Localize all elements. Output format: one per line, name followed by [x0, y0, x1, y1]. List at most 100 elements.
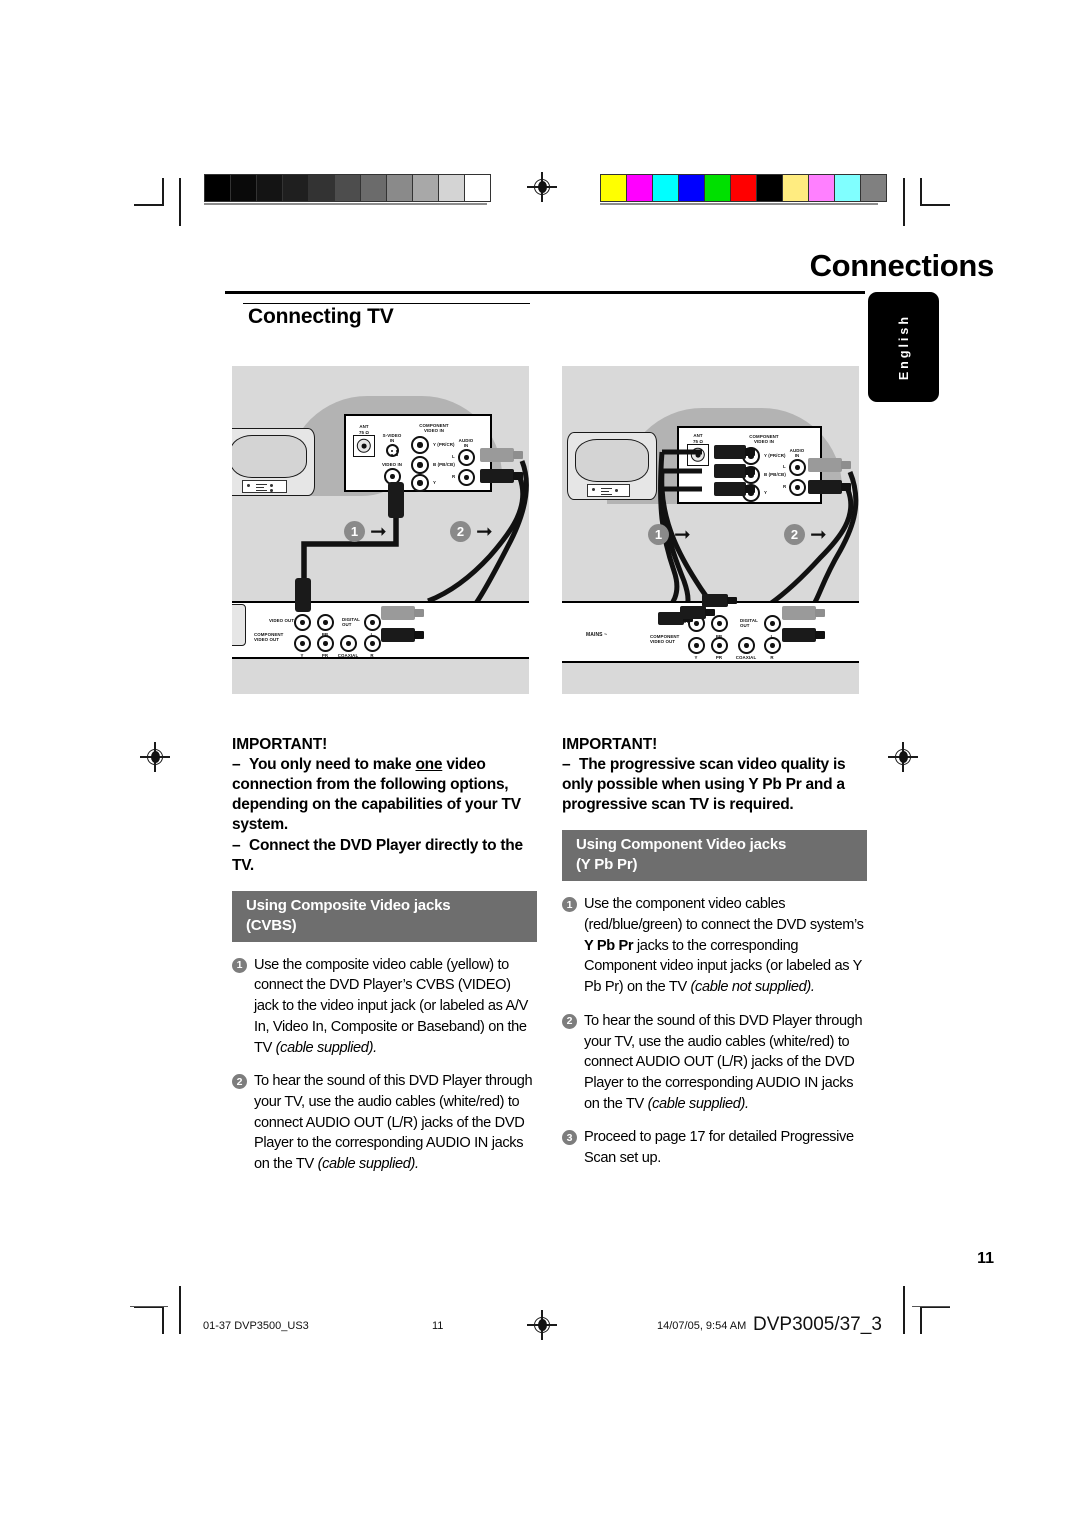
right-text-column: IMPORTANT! – The progressive scan video q…	[562, 736, 867, 1169]
audio-in-r-jack	[458, 469, 475, 486]
figure-step-1: 1 ➞	[648, 524, 691, 545]
audio-in-r-jack	[789, 479, 806, 496]
audio-r-plug-dvd	[381, 628, 424, 642]
grayscale-swatch	[387, 175, 413, 201]
dvd-coaxial-jack	[340, 635, 357, 652]
audio-in-r-label: R	[452, 474, 456, 479]
color-calibration-bar	[600, 174, 887, 202]
dvd-pb-jack	[317, 614, 334, 631]
registration-mark-bottom	[527, 1310, 557, 1340]
right-important-title: IMPORTANT!	[562, 736, 658, 753]
audio-in-l-jack	[458, 449, 475, 466]
audio-l-plug-tv	[480, 448, 523, 462]
right-step-2: 2 To hear the sound of this DVD Player t…	[562, 1011, 867, 1115]
grayscale-swatch	[231, 175, 257, 201]
video-plug-dvd	[295, 578, 311, 612]
left-section-header-line1: Using Composite Video jacks	[246, 896, 451, 914]
audio-in-l-label: L	[452, 454, 455, 459]
figure-step-2: 2 ➞	[450, 521, 493, 542]
grayscale-swatch	[283, 175, 309, 201]
right-section-header-line1: Using Component Video jacks	[576, 836, 787, 854]
footer-rule-left	[130, 1306, 168, 1308]
ant-jack	[687, 444, 709, 466]
left-important-item-1: – You only need to make one video connect…	[232, 756, 521, 834]
component-y-label: Y	[433, 480, 437, 485]
dvd-audio-l-jack	[764, 615, 781, 632]
mains-label: MAINS ~	[586, 632, 608, 638]
color-swatch	[705, 175, 731, 201]
dvd-pr-label: PR	[715, 655, 723, 660]
color-swatch	[653, 175, 679, 201]
left-step-1-note: (cable supplied).	[275, 1039, 377, 1056]
figure-step-2-number: 2	[784, 524, 805, 545]
figure-step-1-number: 1	[648, 524, 669, 545]
dvd-component-label-2: VIDEO OUT	[650, 639, 676, 644]
dvd-digital-out-label-2: OUT	[342, 622, 352, 627]
audio-l-plug-dvd	[782, 606, 825, 620]
language-tab: English	[868, 292, 939, 402]
component-plug-tv-2	[714, 464, 755, 478]
figure-step-2: 2 ➞	[784, 524, 827, 545]
grayscale-swatch	[309, 175, 335, 201]
dvd-audio-r-label: R	[370, 653, 374, 658]
right-step-2-note: (cable supplied).	[647, 1095, 749, 1112]
audio-l-plug-tv	[808, 458, 851, 472]
footer-page: 11	[432, 1320, 444, 1332]
left-text-column: IMPORTANT! – You only need to make one vi…	[232, 736, 537, 1175]
video-plug-tv	[388, 482, 404, 518]
registration-mark-top	[527, 172, 557, 202]
dvd-audio-r-jack	[764, 637, 781, 654]
audio-l-plug-dvd	[381, 606, 424, 620]
right-step-3-text: Proceed to page 17 for detailed Progress…	[584, 1129, 854, 1167]
dvd-pr-jack	[711, 637, 728, 654]
figure-composite-connection: ANT 75 Ω S-VIDEO IN VIDEO IN COMPONENT V…	[232, 366, 529, 694]
dvd-y-label: Y	[694, 655, 698, 660]
color-swatch	[757, 175, 783, 201]
right-step-1: 1 Use the component video cables (red/bl…	[562, 894, 867, 998]
footer-rule-right	[912, 1306, 950, 1308]
component-plug-dvd-3	[702, 594, 737, 607]
dvd-coaxial-label: COAXIAL	[337, 653, 359, 658]
right-step-3-number: 3	[562, 1130, 577, 1146]
page-number: 11	[977, 1250, 994, 1267]
audio-in-l-label: L	[783, 464, 786, 469]
arrow-icon: ➞	[476, 520, 493, 543]
color-swatch	[835, 175, 861, 201]
dvd-coaxial-jack	[738, 637, 755, 654]
left-section-header: Using Composite Video jacks (CVBS)	[232, 890, 537, 942]
s-video-jack	[386, 444, 399, 457]
tv-screen	[575, 438, 649, 483]
tv-control-panel	[586, 483, 631, 498]
left-step-2-number: 2	[232, 1074, 247, 1090]
figure-step-1: 1 ➞	[344, 521, 387, 542]
component-heading-2: VIDEO IN	[753, 439, 775, 444]
left-step-1-text: Use the composite video cable (yellow) t…	[254, 956, 528, 1056]
dvd-audio-r-label: R	[770, 655, 774, 660]
right-section-header: Using Component Video jacks (Y Pb Pr)	[562, 830, 867, 882]
color-swatch	[679, 175, 705, 201]
grayscale-swatch	[335, 175, 361, 201]
dvd-audio-r-jack	[364, 635, 381, 652]
left-step-1: 1 Use the composite video cable (yellow)…	[232, 955, 537, 1059]
component-heading-2: VIDEO IN	[423, 428, 445, 433]
video-in-label: VIDEO IN	[381, 462, 403, 467]
chapter-title: Connections	[809, 248, 995, 283]
audio-r-plug-tv	[480, 469, 523, 483]
left-important-item-2: – Connect the DVD Player directly to the …	[232, 836, 523, 874]
header-rule	[225, 291, 865, 294]
color-swatch	[861, 175, 886, 201]
grayscale-calibration-rule	[204, 203, 487, 205]
component-pb-label: B (PB/CB)	[433, 462, 455, 467]
tv-control-panel	[242, 479, 288, 494]
audio-r-plug-tv	[808, 480, 851, 494]
left-step-2-note: (cable supplied).	[317, 1156, 419, 1173]
tv-set	[567, 432, 657, 500]
dvd-pb-jack	[711, 615, 728, 632]
left-important-title: IMPORTANT!	[232, 736, 328, 753]
audio-in-l-jack	[789, 459, 806, 476]
arrow-icon: ➞	[810, 523, 827, 546]
component-y-pr-label: Y (PR/CR)	[764, 453, 786, 458]
registration-mark-left	[140, 742, 170, 772]
component-plug-tv-1	[714, 445, 755, 459]
s-video-label-2: IN	[389, 438, 395, 443]
